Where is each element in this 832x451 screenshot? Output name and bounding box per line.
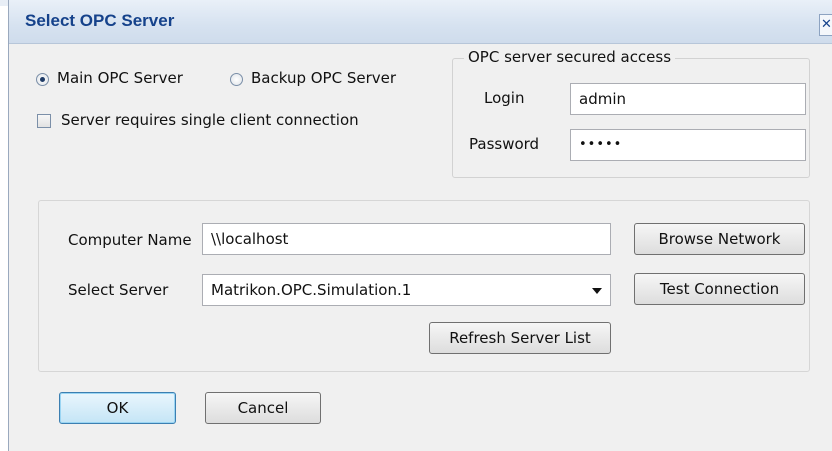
title-bar: Select OPC Server ✕	[9, 0, 832, 44]
secured-access-legend: OPC server secured access	[464, 48, 676, 66]
cancel-button[interactable]: Cancel	[205, 392, 321, 424]
select-server-label: Select Server	[68, 281, 169, 299]
browse-network-button[interactable]: Browse Network	[634, 223, 805, 255]
computer-name-label: Computer Name	[68, 231, 192, 249]
backup-opc-server-radio[interactable]	[230, 73, 243, 86]
close-icon[interactable]: ✕	[819, 14, 832, 36]
chevron-down-icon[interactable]	[592, 288, 602, 294]
password-label: Password	[469, 135, 540, 153]
refresh-server-list-button[interactable]: Refresh Server List	[429, 322, 611, 354]
dialog-title: Select OPC Server	[25, 11, 175, 30]
select-server-value: Matrikon.OPC.Simulation.1	[211, 281, 412, 299]
backup-opc-server-label[interactable]: Backup OPC Server	[251, 69, 396, 87]
main-opc-server-radio[interactable]	[36, 73, 49, 86]
main-opc-server-label[interactable]: Main OPC Server	[57, 69, 183, 87]
select-server-dropdown[interactable]: Matrikon.OPC.Simulation.1	[202, 274, 611, 306]
single-client-checkbox[interactable]	[37, 114, 51, 128]
ok-button[interactable]: OK	[59, 392, 176, 424]
test-connection-button[interactable]: Test Connection	[634, 273, 805, 305]
login-field[interactable]: admin	[570, 83, 806, 115]
computer-name-field[interactable]: \\localhost	[202, 223, 611, 255]
password-field[interactable]: •••••	[570, 129, 806, 161]
single-client-label[interactable]: Server requires single client connection	[61, 111, 359, 129]
login-label: Login	[484, 89, 525, 107]
select-opc-server-dialog: Select OPC Server ✕ Main OPC Server Back…	[8, 0, 832, 451]
